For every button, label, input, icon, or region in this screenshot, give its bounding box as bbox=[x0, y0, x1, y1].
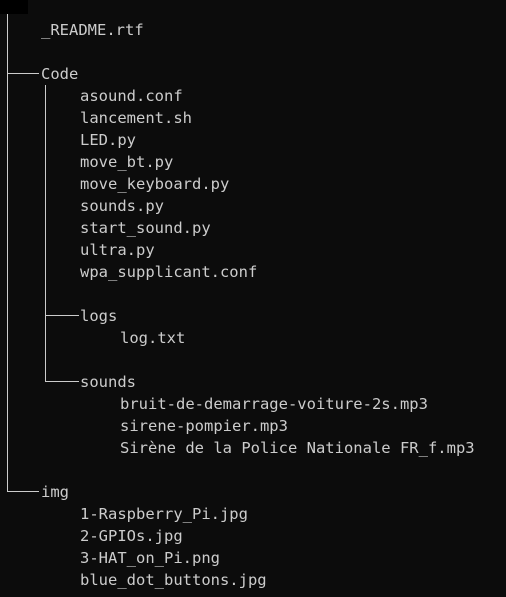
file-raspberry-pi-jpg[interactable]: 1-Raspberry_Pi.jpg bbox=[80, 503, 248, 525]
code-trunk-line bbox=[45, 85, 46, 382]
file-move-keyboard-py[interactable]: move_keyboard.py bbox=[80, 173, 229, 195]
folder-sounds[interactable]: sounds bbox=[80, 371, 136, 393]
tree-branch-logs bbox=[45, 315, 79, 316]
tree-branch-code bbox=[7, 73, 39, 74]
file-led-py[interactable]: LED.py bbox=[80, 129, 136, 151]
tree-branch-sounds bbox=[45, 381, 79, 382]
file-move-bt-py[interactable]: move_bt.py bbox=[80, 151, 173, 173]
file-hat-on-pi-png[interactable]: 3-HAT_on_Pi.png bbox=[80, 547, 220, 569]
tree-trunk-line bbox=[7, 14, 8, 492]
file-sounds-py[interactable]: sounds.py bbox=[80, 195, 164, 217]
file-gpios-jpg[interactable]: 2-GPIOs.jpg bbox=[80, 525, 183, 547]
file-ultra-py[interactable]: ultra.py bbox=[80, 239, 155, 261]
file-log-txt[interactable]: log.txt bbox=[120, 327, 185, 349]
file-sirene-pompier-mp3[interactable]: sirene-pompier.mp3 bbox=[120, 415, 288, 437]
folder-img[interactable]: img bbox=[41, 481, 69, 503]
folder-logs[interactable]: logs bbox=[80, 305, 117, 327]
file-asound-conf[interactable]: asound.conf bbox=[80, 85, 183, 107]
file-blue-dot-buttons-jpg[interactable]: blue_dot_buttons.jpg bbox=[80, 569, 267, 591]
tree-branch-img bbox=[7, 491, 39, 492]
folder-code[interactable]: Code bbox=[41, 63, 78, 85]
file-start-sound-py[interactable]: start_sound.py bbox=[80, 217, 211, 239]
file-bruit-de-demarrage-mp3[interactable]: bruit-de-demarrage-voiture-2s.mp3 bbox=[120, 393, 428, 415]
file-readme[interactable]: _README.rtf bbox=[41, 19, 144, 41]
file-wpa-supplicant-conf[interactable]: wpa_supplicant.conf bbox=[80, 261, 257, 283]
file-lancement-sh[interactable]: lancement.sh bbox=[80, 107, 192, 129]
file-sirene-police-mp3[interactable]: Sirène de la Police Nationale FR_f.mp3 bbox=[120, 437, 475, 459]
terminal-corner-block bbox=[0, 0, 28, 14]
